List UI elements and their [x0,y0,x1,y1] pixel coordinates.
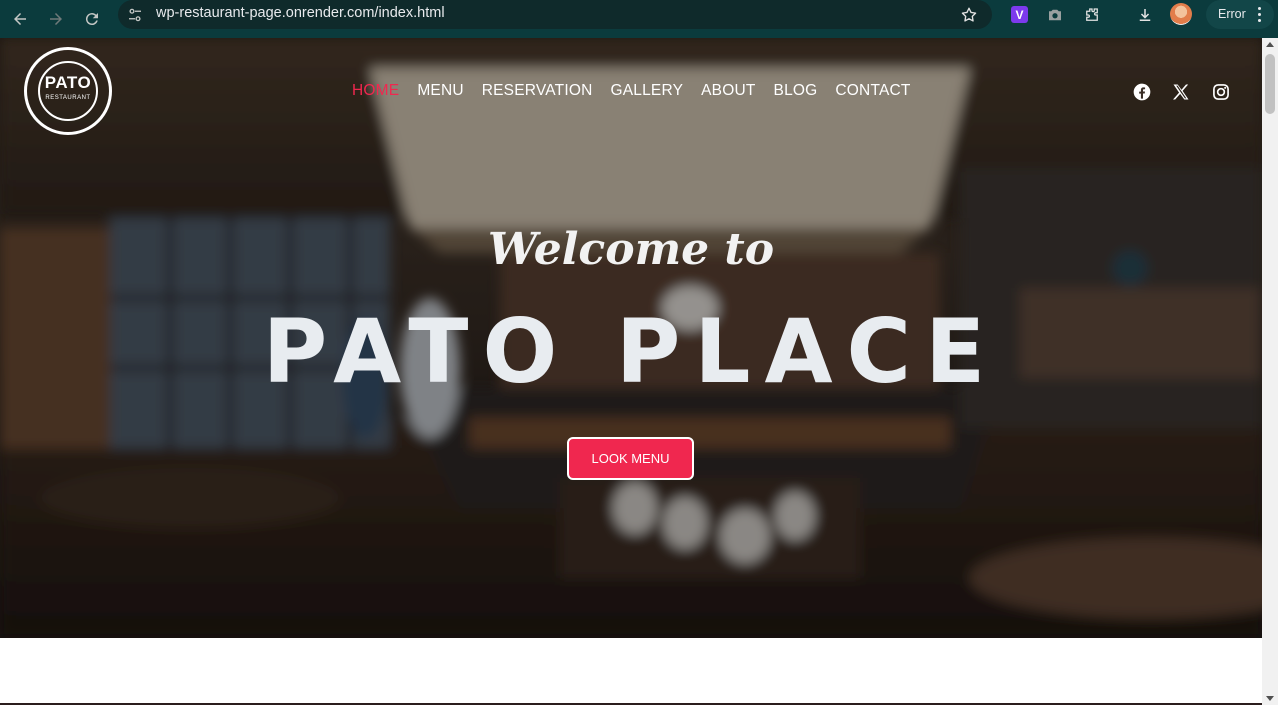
nav-item-about[interactable]: ABOUT [701,82,755,100]
extensions-puzzle-icon[interactable] [1082,5,1102,25]
next-section [0,638,1262,705]
nav-item-contact[interactable]: CONTACT [835,82,910,100]
hero-title: PATO PLACE [262,300,1000,403]
profile-avatar[interactable] [1170,3,1192,25]
scroll-down-arrow-icon[interactable] [1266,696,1274,701]
address-bar[interactable]: wp-restaurant-page.onrender.com/index.ht… [118,0,992,29]
logo-brand-text: PATO [44,73,92,92]
hero-section: PATO RESTAURANT HOME MENU RESERVATION GA… [0,38,1262,638]
url-text[interactable]: wp-restaurant-page.onrender.com/index.ht… [156,5,445,21]
nav-item-home[interactable]: HOME [352,82,399,100]
menu-dots-icon[interactable] [1258,7,1261,22]
nav-item-gallery[interactable]: GALLERY [610,82,683,100]
page-scrollbar[interactable] [1262,38,1278,705]
nav-item-blog[interactable]: BLOG [774,82,818,100]
browser-toolbar: wp-restaurant-page.onrender.com/index.ht… [0,0,1278,38]
instagram-icon[interactable] [1211,82,1231,102]
scrollbar-thumb[interactable] [1265,54,1275,114]
facebook-icon[interactable] [1132,82,1152,102]
back-icon[interactable] [6,5,34,33]
hero-welcome-text: Welcome to [487,224,775,275]
forward-icon[interactable] [42,5,70,33]
nav-item-menu[interactable]: MENU [417,82,463,100]
download-icon[interactable] [1135,5,1155,25]
screenshot-camera-icon[interactable] [1045,5,1065,25]
error-label: Error [1218,7,1246,21]
nav-item-reservation[interactable]: RESERVATION [482,82,593,100]
site-settings-icon[interactable] [126,6,144,24]
site-logo[interactable]: PATO RESTAURANT [24,47,112,135]
bookmark-star-icon[interactable] [960,6,978,24]
page-viewport: PATO RESTAURANT HOME MENU RESERVATION GA… [0,38,1262,705]
main-nav: HOME MENU RESERVATION GALLERY ABOUT BLOG… [352,82,911,100]
reload-icon[interactable] [78,5,106,33]
scroll-up-arrow-icon[interactable] [1266,42,1274,47]
x-icon[interactable] [1171,82,1191,102]
error-menu-button[interactable]: Error [1206,0,1274,29]
logo-sub-text: RESTAURANT [45,95,91,101]
look-menu-button[interactable]: LOOK MENU [567,437,694,480]
extension-v-icon[interactable]: V [1011,6,1028,23]
